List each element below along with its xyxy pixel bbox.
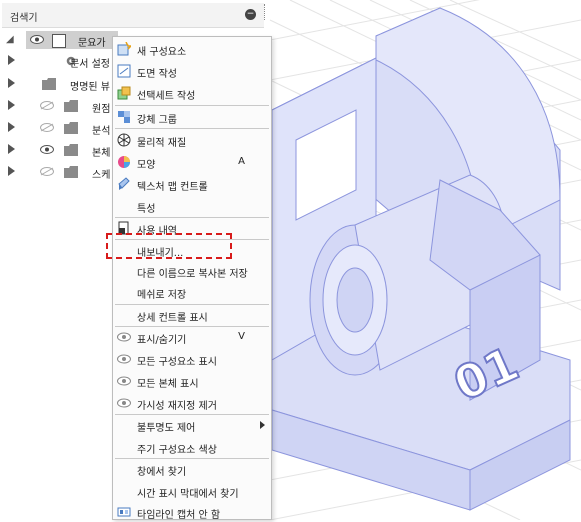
menu-item-create-selection-set[interactable]: 선택세트 작성	[113, 83, 271, 103]
texture-map-icon	[118, 177, 130, 190]
folder-icon	[64, 166, 78, 178]
menu-item-label: 선택세트 작성	[137, 91, 196, 102]
menu-item-remove-visibility-override[interactable]: 가시성 재지정 제거	[113, 393, 271, 413]
menu-item-label: 메쉬로 저장	[137, 290, 187, 301]
folder-icon	[64, 122, 78, 134]
bracket-model	[271, 7, 571, 511]
menu-item-label: 특성	[137, 204, 156, 215]
expand-arrow-icon[interactable]	[8, 122, 15, 132]
menu-item-save-as-mesh[interactable]: 메쉬로 저장	[113, 282, 271, 302]
tree-item-origin[interactable]: 원점	[0, 97, 120, 117]
menu-shortcut: A	[238, 156, 245, 167]
new-component-icon	[117, 42, 131, 56]
eye-hidden-icon[interactable]	[40, 123, 54, 132]
menu-item-texture-map-controls[interactable]: 텍스처 맵 컨트롤	[113, 174, 271, 194]
menu-item-label: 텍스처 맵 컨트롤	[137, 182, 208, 193]
eye-hidden-icon[interactable]	[40, 167, 54, 176]
eye-icon	[117, 354, 131, 364]
collapse-icon[interactable]: −	[245, 9, 256, 20]
menu-item-label: 강체 그룹	[137, 115, 177, 126]
menu-item-label: 시간 표시 막대에서 찾기	[137, 489, 239, 500]
browser-title: 검색기	[10, 13, 38, 24]
appearance-icon	[118, 156, 130, 168]
folder-icon	[64, 144, 78, 156]
tree-item-bodies[interactable]: 본체	[0, 141, 120, 161]
expand-arrow-icon[interactable]	[8, 166, 15, 176]
eye-icon	[117, 398, 131, 408]
eye-icon	[117, 332, 131, 342]
browser-header: 검색기 −	[2, 3, 264, 28]
panel-grip-icon[interactable]	[264, 4, 268, 20]
expand-arrow-icon[interactable]	[8, 100, 15, 110]
folder-icon	[42, 78, 56, 90]
menu-item-label: 가시성 재지정 제거	[137, 401, 217, 412]
menu-item-label: 새 구성요소	[137, 47, 187, 58]
submenu-arrow-icon	[260, 421, 265, 429]
menu-item-show-hide[interactable]: 표시/숨기기 V	[113, 327, 271, 347]
menu-separator	[115, 105, 269, 106]
eye-icon[interactable]	[30, 35, 44, 44]
tree-item-label: 본체	[92, 148, 111, 159]
chevron-down-icon[interactable]: ◢	[6, 34, 14, 45]
eye-hidden-icon[interactable]	[40, 101, 54, 110]
tree-item-named-views[interactable]: 명명된 뷰	[0, 75, 120, 95]
folder-icon	[64, 100, 78, 112]
tree-item-document-settings[interactable]: 문서 설정	[0, 52, 120, 72]
expand-arrow-icon[interactable]	[8, 78, 15, 88]
menu-separator	[115, 128, 269, 129]
tree-item-label: 스케	[92, 170, 111, 181]
menu-item-physical-material[interactable]: 물리적 재질	[113, 130, 271, 150]
component-icon	[52, 34, 66, 48]
eye-icon	[117, 376, 131, 386]
context-menu: 새 구성요소 도면 작성 선택세트 작성 강체 그룹 물리적 재질 모양 A 텍…	[112, 36, 272, 522]
menu-item-find-in-window[interactable]: 창에서 찾기	[113, 459, 271, 479]
tree-item-label: 문서 설정	[70, 59, 110, 70]
menu-item-label: 도면 작성	[137, 69, 177, 80]
menu-item-label: 모든 본체 표시	[137, 379, 199, 390]
selection-set-icon	[117, 86, 131, 100]
tree-item-sketches[interactable]: 스케	[0, 163, 120, 183]
menu-item-do-not-capture-timeline[interactable]: 타임라인 캡처 안 함	[113, 502, 271, 522]
menu-item-properties[interactable]: 특성	[113, 196, 271, 216]
menu-item-rigid-group[interactable]: 강체 그룹	[113, 107, 271, 127]
tree-item-label: 분석	[92, 126, 111, 137]
menu-item-label: 불투명도 제어	[137, 423, 196, 434]
menu-item-label: 표시/숨기기	[137, 335, 187, 346]
drawing-icon	[117, 64, 131, 78]
tree-root-component[interactable]: ◢ 문요가	[0, 31, 118, 49]
expand-arrow-icon[interactable]	[8, 55, 15, 65]
menu-item-label: 창에서 찾기	[137, 467, 187, 478]
menu-item-label: 물리적 재질	[137, 138, 187, 149]
menu-item-label: 상세 컨트롤 표시	[137, 313, 208, 324]
tree-item-label: 명명된 뷰	[70, 82, 110, 93]
eye-icon[interactable]	[40, 145, 54, 154]
menu-item-show-detail-controls[interactable]: 상세 컨트롤 표시	[113, 305, 271, 325]
menu-item-create-drawing[interactable]: 도면 작성	[113, 61, 271, 81]
root-label: 문요가	[78, 38, 106, 49]
tree-item-analysis[interactable]: 분석	[0, 119, 120, 139]
menu-item-find-in-timeline[interactable]: 시간 표시 막대에서 찾기	[113, 481, 271, 501]
menu-item-label: 주기 구성요소 색상	[137, 445, 217, 456]
menu-item-show-all-components[interactable]: 모든 구성요소 표시	[113, 349, 271, 369]
menu-item-label: 모양	[137, 160, 156, 171]
material-icon	[117, 133, 131, 147]
menu-item-save-copy-as[interactable]: 다른 이름으로 복사본 저장	[113, 261, 271, 281]
menu-item-label: 모든 구성요소 표시	[137, 357, 217, 368]
menu-item-cycle-component-colors[interactable]: 주기 구성요소 색상	[113, 437, 271, 457]
tree-item-label: 원점	[92, 104, 111, 115]
rigid-group-icon	[118, 111, 130, 123]
expand-arrow-icon[interactable]	[8, 144, 15, 154]
timeline-icon	[117, 507, 131, 517]
export-highlight-box	[106, 233, 232, 259]
menu-item-appearance[interactable]: 모양 A	[113, 152, 271, 172]
menu-item-label: 다른 이름으로 복사본 저장	[137, 269, 248, 280]
menu-item-label: 타임라인 캡처 안 함	[137, 510, 221, 521]
menu-item-opacity-control[interactable]: 불투명도 제어	[113, 415, 271, 435]
menu-item-new-component[interactable]: 새 구성요소	[113, 39, 271, 59]
menu-item-show-all-bodies[interactable]: 모든 본체 표시	[113, 371, 271, 391]
menu-shortcut: V	[238, 331, 245, 342]
